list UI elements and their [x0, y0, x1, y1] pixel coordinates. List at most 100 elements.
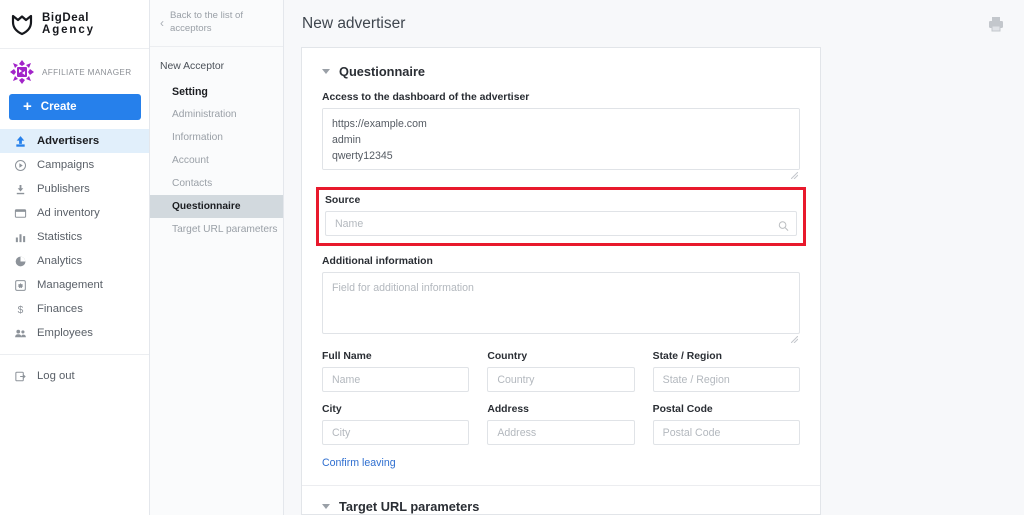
sidebar-item-label: Ad inventory: [37, 207, 100, 219]
brand-line-1: BigDeal: [42, 11, 90, 24]
subnav-item-target-url-parameters[interactable]: Target URL parameters: [150, 218, 283, 241]
logout-icon: [14, 370, 27, 383]
brand[interactable]: BigDeal Agency: [0, 0, 149, 49]
questionnaire-card: Questionnaire Access to the dashboard of…: [301, 47, 821, 515]
plus-icon: +: [23, 97, 32, 115]
city-input[interactable]: [322, 420, 470, 445]
field-postal-code: Postal Code: [652, 404, 800, 445]
sidebar-item-employees[interactable]: Employees: [0, 321, 149, 345]
subnav-item-administration[interactable]: Administration: [150, 103, 283, 126]
field-city: City: [322, 404, 470, 445]
subnav-item-label: Information: [172, 132, 223, 144]
back-to-list-button[interactable]: ‹ Back to the list of acceptors: [150, 0, 283, 47]
bar-chart-icon: [14, 231, 27, 244]
form-row-2: City Address Postal Code: [322, 404, 800, 445]
page-header: New advertiser: [284, 0, 1024, 47]
chevron-down-icon: [322, 69, 330, 74]
subnav-item-information[interactable]: Information: [150, 126, 283, 149]
field-full-name: Full Name: [322, 351, 470, 392]
target-url-section-label: Target URL parameters: [339, 499, 480, 514]
source-input-wrap: [325, 211, 797, 236]
back-to-list-label: Back to the list of acceptors: [170, 10, 244, 34]
sidebar-item-publishers[interactable]: Publishers: [0, 177, 149, 201]
field-label: City: [322, 404, 342, 415]
svg-text:$: $: [18, 305, 24, 316]
sidebar-item-label: Campaigns: [37, 159, 95, 171]
download-icon: [14, 183, 27, 196]
source-input[interactable]: [325, 211, 797, 236]
subnav-item-label: Target URL parameters: [172, 224, 278, 236]
field-address: Address: [487, 404, 635, 445]
sidebar-item-advertisers[interactable]: Advertisers: [0, 129, 149, 153]
subnav-item-label: Questionnaire: [172, 201, 241, 213]
subnav-item-label: Administration: [172, 109, 237, 121]
full-name-input[interactable]: [322, 367, 470, 392]
sidebar-item-finances[interactable]: $ Finances: [0, 297, 149, 321]
create-button[interactable]: + Create: [9, 94, 141, 120]
settings-box-icon: [14, 279, 27, 292]
create-button-label: Create: [40, 101, 77, 113]
main-content: New advertiser Questionnaire Access to t…: [284, 0, 1024, 515]
brand-text: BigDeal Agency: [42, 12, 95, 37]
sidebar-item-statistics[interactable]: Statistics: [0, 225, 149, 249]
field-label: Postal Code: [652, 404, 713, 415]
sidebar-item-logout[interactable]: Log out: [0, 364, 149, 388]
postal-code-input[interactable]: [652, 420, 800, 445]
card-inner: Questionnaire Access to the dashboard of…: [302, 48, 820, 514]
chevron-left-icon: ‹: [160, 16, 164, 30]
sidebar-item-ad-inventory[interactable]: Ad inventory: [0, 201, 149, 225]
confirm-leaving-link[interactable]: Confirm leaving: [322, 457, 396, 469]
sidebar-item-label: Publishers: [37, 183, 90, 195]
acceptor-title: New Acceptor: [160, 61, 225, 72]
dollar-icon: $: [14, 303, 27, 316]
field-label: State / Region: [652, 351, 722, 362]
target-url-section-header[interactable]: Target URL parameters: [322, 499, 800, 514]
section-divider: [302, 485, 820, 486]
subnav-item-setting[interactable]: Setting: [150, 80, 283, 103]
source-highlight-box: Source: [316, 187, 806, 246]
sidebar-item-label: Analytics: [37, 255, 83, 267]
questionnaire-section-label: Questionnaire: [339, 64, 426, 79]
country-input[interactable]: [487, 367, 635, 392]
sidebar-nav: Advertisers Campaigns Publishers Ad inve…: [0, 129, 149, 388]
subnav-item-account[interactable]: Account: [150, 149, 283, 172]
window-icon: [14, 207, 27, 220]
brand-line-2: Agency: [42, 24, 95, 36]
state-region-input[interactable]: [652, 367, 800, 392]
sidebar-item-campaigns[interactable]: Campaigns: [0, 153, 149, 177]
sidebar-item-analytics[interactable]: Analytics: [0, 249, 149, 273]
field-label: Address: [487, 404, 529, 415]
upload-icon: [14, 135, 27, 148]
questionnaire-section-header[interactable]: Questionnaire: [322, 64, 800, 79]
additional-information-label: Additional information: [322, 256, 433, 267]
user-block: AFFILIATE MANAGER + Create: [0, 49, 149, 120]
play-circle-icon: [14, 159, 27, 172]
subnav-item-label: Account: [172, 155, 209, 167]
sidebar-item-label: Log out: [37, 370, 75, 382]
dashboard-access-label: Access to the dashboard of the advertise…: [322, 92, 530, 103]
sidebar-item-label: Finances: [37, 303, 83, 315]
printer-icon[interactable]: [986, 14, 1006, 34]
form-row-1: Full Name Country State / Region: [322, 351, 800, 392]
user-role-label: AFFILIATE MANAGER: [42, 67, 132, 77]
avatar-pattern-icon: [9, 59, 35, 85]
address-input[interactable]: [487, 420, 635, 445]
sidebar-item-management[interactable]: Management: [0, 273, 149, 297]
sidebar-item-label: Employees: [37, 327, 93, 339]
chevron-down-icon: [322, 504, 330, 509]
subnav-item-questionnaire[interactable]: Questionnaire: [150, 195, 283, 219]
subnav-item-label: Contacts: [172, 178, 213, 190]
app-root: BigDeal Agency AFFILIATE MANAGER + Creat…: [0, 0, 1024, 515]
nav-divider: [0, 354, 149, 355]
sidebar-item-label: Management: [37, 279, 103, 291]
additional-information-textarea[interactable]: [322, 272, 800, 334]
primary-sidebar: BigDeal Agency AFFILIATE MANAGER + Creat…: [0, 0, 150, 515]
subnav-item-contacts[interactable]: Contacts: [150, 172, 283, 195]
field-country: Country: [487, 351, 635, 392]
subnav-item-label: Setting: [172, 85, 208, 98]
dashboard-access-textarea[interactable]: [322, 108, 800, 170]
shield-logo-icon: [10, 12, 34, 36]
page-title: New advertiser: [302, 14, 406, 32]
sidebar-item-label: Statistics: [37, 231, 83, 243]
secondary-sidebar: ‹ Back to the list of acceptors New Acce…: [150, 0, 284, 515]
